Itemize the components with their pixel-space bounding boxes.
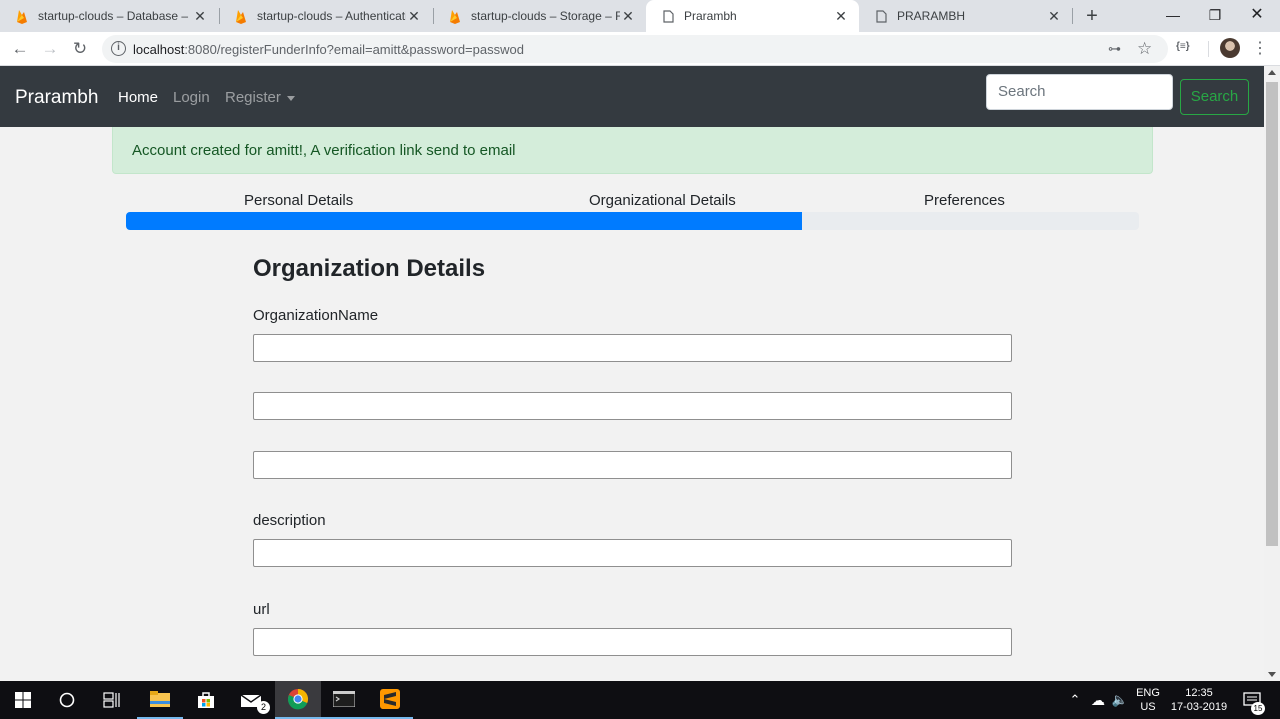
volume-icon[interactable]: 🔈 [1110,681,1130,719]
clock-time: 12:35 [1185,687,1213,699]
tab-divider [1072,8,1073,24]
back-icon[interactable]: ← [8,37,32,61]
browser-tab-strip: startup-clouds – Database – Fi ✕ startup… [0,0,1280,32]
browser-tab[interactable]: startup-clouds – Authenticatio ✕ [219,0,432,32]
terminal-icon[interactable] [321,681,367,719]
star-icon[interactable]: ☆ [1137,39,1152,59]
forward-icon[interactable]: → [38,37,62,61]
nav-home-link[interactable]: Home [118,89,158,106]
organization-name-label: OrganizationName [253,307,379,324]
progress-track [126,212,1139,230]
nav-register-dropdown[interactable]: Register [225,89,295,106]
extension-icon[interactable]: {≡} [1176,41,1190,52]
url-label: url [253,601,270,618]
language-indicator[interactable]: ENG US [1132,681,1164,719]
file-explorer-icon[interactable] [137,681,183,719]
close-icon[interactable]: ✕ [192,8,208,24]
browser-tab[interactable]: PRARAMBH ✕ [859,0,1072,32]
firebase-icon [14,8,30,24]
info-icon[interactable]: i [111,41,126,56]
page-icon [660,8,676,24]
new-tab-button[interactable]: + [1080,4,1104,28]
chrome-icon[interactable] [275,681,321,719]
url-input[interactable] [253,628,1012,656]
close-icon[interactable]: ✕ [1046,8,1062,24]
minimize-icon[interactable]: — [1152,0,1194,30]
avatar[interactable] [1220,38,1240,58]
browser-tab[interactable]: startup-clouds – Storage – Fire ✕ [433,0,646,32]
caret-down-icon [286,95,295,101]
tab-title: startup-clouds – Authenticatio [257,9,406,23]
step-organizational-details: Organizational Details [589,192,736,209]
windows-taskbar: 2 ⌃ ☁ 🔈 ENG US 12:35 17-03-2019 15 [0,681,1280,719]
clock-date: 17-03-2019 [1170,701,1228,713]
nav-login-link[interactable]: Login [173,89,210,106]
search-button[interactable]: Search [1180,79,1249,115]
mail-badge: 2 [257,701,270,714]
reload-icon[interactable]: ↻ [68,37,92,61]
nav-register-label: Register [225,89,281,106]
url-path: :8080/registerFunderInfo?email=amitt&pas… [184,42,524,57]
close-icon[interactable]: ✕ [833,8,849,24]
key-icon[interactable]: ⊶ [1108,41,1121,57]
close-icon[interactable]: ✕ [620,8,636,24]
task-view-icon[interactable] [89,681,135,719]
tab-title: PRARAMBH [897,9,966,23]
success-alert: Account created for amitt!, A verificati… [112,127,1153,174]
browser-tab[interactable]: startup-clouds – Database – Fi ✕ [0,0,218,32]
clock[interactable]: 12:35 17-03-2019 [1168,681,1230,719]
firebase-icon [447,8,463,24]
tab-title: startup-clouds – Database – Fi [38,9,192,23]
cortana-search-icon[interactable] [44,681,90,719]
form-title: Organization Details [253,255,486,282]
toolbar-divider [1208,41,1209,57]
close-window-icon[interactable]: ✕ [1236,0,1278,30]
web-page: Prarambh Home Login Register Search Sear… [0,66,1264,681]
language-label: ENG [1136,687,1160,699]
windows-start-icon[interactable] [0,681,46,719]
brand-logo[interactable]: Prarambh [15,87,98,109]
description-label: description [253,512,326,529]
browser-toolbar: ← → ↻ i localhost:8080/registerFunderInf… [0,32,1280,66]
address-bar[interactable]: i localhost:8080/registerFunderInfo?emai… [102,35,1168,63]
scroll-up-icon[interactable] [1268,70,1276,75]
step-preferences: Preferences [924,192,1005,209]
show-hidden-icons-icon[interactable]: ⌃ [1066,681,1084,719]
scroll-down-icon[interactable] [1268,672,1276,677]
url-text: localhost:8080/registerFunderInfo?email=… [133,42,524,57]
store-icon[interactable] [183,681,229,719]
scroll-thumb[interactable] [1266,82,1278,546]
search-input[interactable]: Search [986,74,1173,110]
organization-name-input[interactable] [253,334,1012,362]
url-host: localhost [133,42,185,57]
region-label: US [1140,701,1156,713]
page-icon [873,8,889,24]
unlabeled-input-2[interactable] [253,451,1012,479]
network-icon[interactable]: ☁ [1088,681,1108,719]
notifications-icon[interactable]: 15 [1238,681,1266,719]
kebab-menu-icon[interactable]: ⋮ [1252,38,1268,58]
description-input[interactable] [253,539,1012,567]
step-personal-details: Personal Details [244,192,354,209]
unlabeled-input-1[interactable] [253,392,1012,420]
tab-title: Prarambh [684,9,737,23]
page-scrollbar[interactable] [1264,66,1280,681]
close-icon[interactable]: ✕ [406,8,422,24]
notification-badge: 15 [1251,702,1265,715]
tab-title: startup-clouds – Storage – Fire [471,9,620,23]
progress-bar [126,212,802,230]
mail-icon[interactable]: 2 [229,681,275,719]
firebase-icon [233,8,249,24]
site-navbar: Prarambh Home Login Register Search Sear… [0,66,1264,127]
browser-tab-active[interactable]: Prarambh ✕ [646,0,859,32]
sublime-text-icon[interactable] [367,681,413,719]
restore-icon[interactable]: ❐ [1194,0,1236,30]
